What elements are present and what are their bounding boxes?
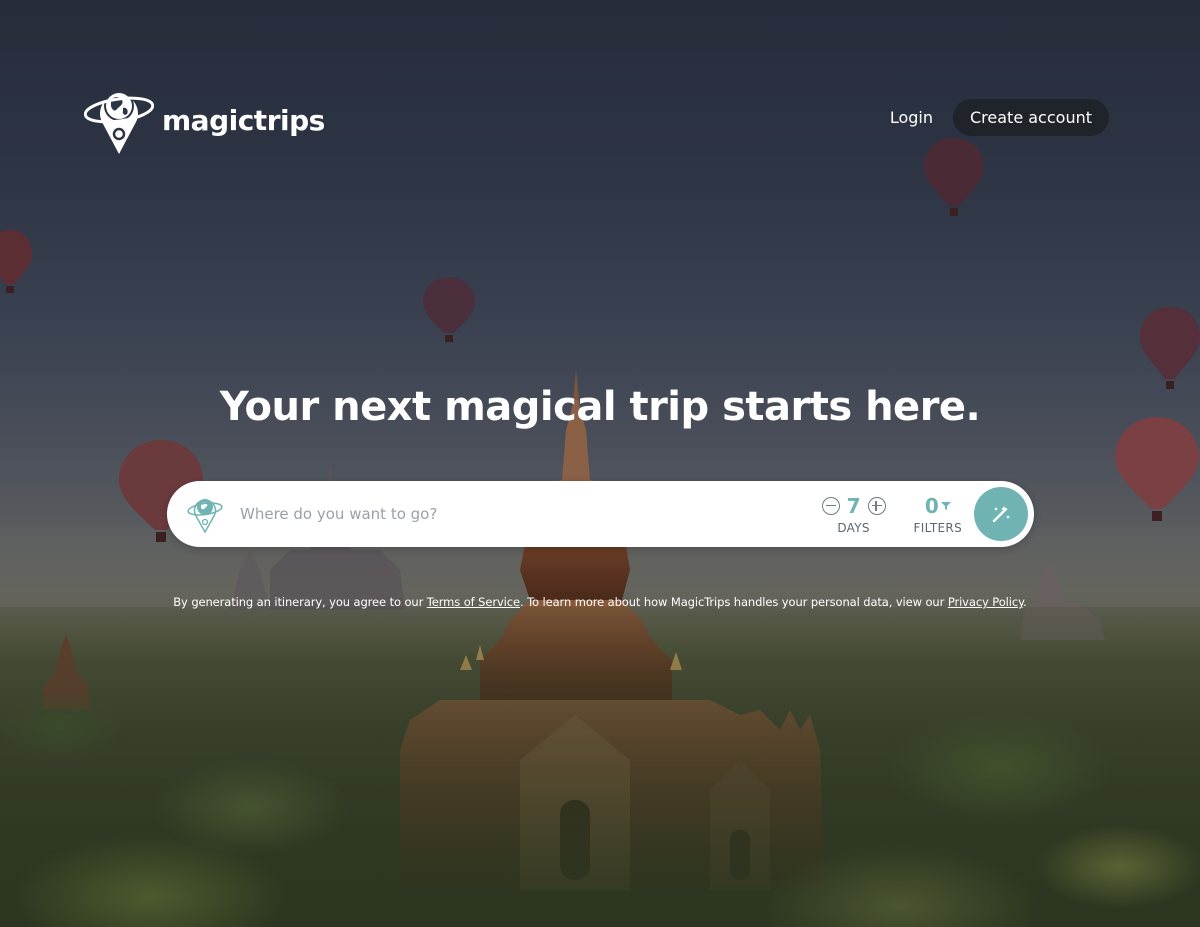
globe-pin-icon — [187, 499, 223, 533]
brand-name: magictrips — [162, 103, 325, 137]
hot-air-balloon — [1115, 417, 1199, 521]
privacy-policy-link[interactable]: Privacy Policy — [948, 595, 1023, 609]
days-label: DAYS — [837, 521, 870, 535]
hot-air-balloon — [1140, 307, 1200, 389]
terms-of-service-link[interactable]: Terms of Service — [427, 595, 520, 609]
hot-air-balloon — [423, 277, 475, 342]
trip-search-bar: 7 DAYS 0 FILTERS — [167, 481, 1034, 547]
generate-itinerary-button[interactable] — [974, 487, 1028, 541]
filters-label: FILTERS — [913, 521, 962, 535]
disclaimer-text: By generating an itinerary, you agree to… — [173, 595, 427, 609]
disclaimer-text: . — [1023, 595, 1027, 609]
days-stepper: 7 DAYS — [821, 493, 886, 535]
globe-pin-icon — [84, 91, 154, 154]
minus-circle-icon[interactable] — [821, 497, 840, 515]
hot-air-balloon — [0, 230, 32, 293]
destination-input[interactable] — [240, 505, 822, 523]
header-nav: Login Create account — [890, 99, 1109, 136]
hot-air-balloon — [924, 138, 984, 216]
disclaimer-text: . To learn more about how MagicTrips han… — [519, 595, 948, 609]
background-trees — [0, 607, 1200, 927]
filters-button[interactable]: 0 FILTERS — [914, 493, 962, 535]
brand-logo[interactable]: magictrips — [84, 84, 325, 156]
plus-circle-icon[interactable] — [867, 497, 886, 515]
create-account-button[interactable]: Create account — [953, 99, 1109, 136]
login-link[interactable]: Login — [890, 108, 933, 127]
legal-disclaimer: By generating an itinerary, you agree to… — [0, 595, 1200, 609]
page-title: Your next magical trip starts here. — [219, 384, 981, 430]
filters-count: 0 — [924, 494, 939, 518]
days-value: 7 — [846, 494, 861, 518]
magic-wand-icon — [992, 506, 1010, 523]
filter-funnel-icon — [940, 502, 951, 510]
